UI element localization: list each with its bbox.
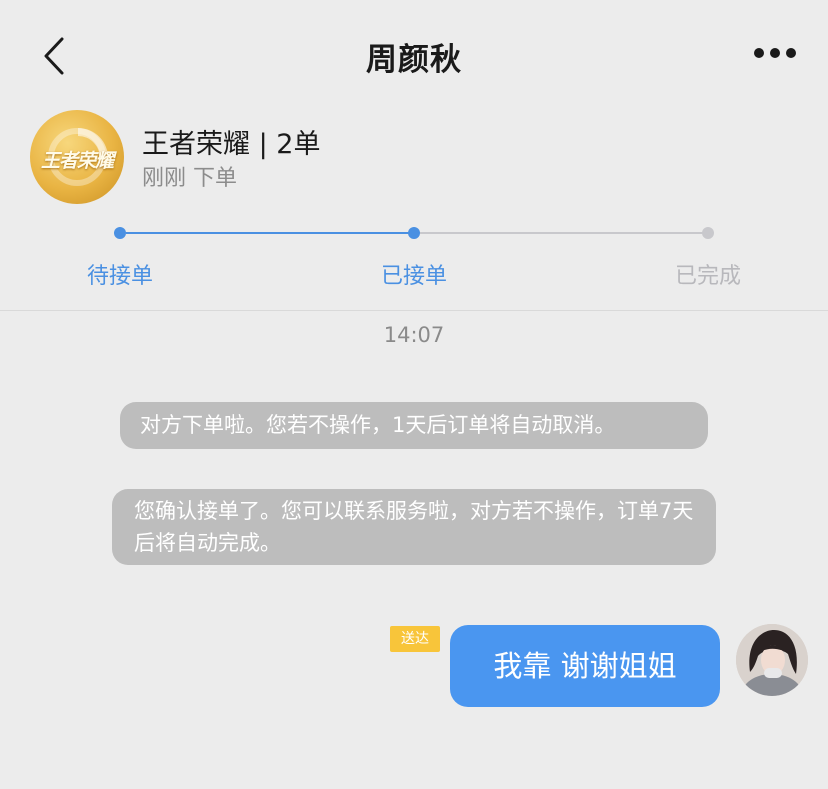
progress-dot-3 — [702, 227, 714, 239]
more-dot-icon — [770, 48, 780, 58]
progress-step-label: 已接单 — [380, 264, 448, 289]
avatar-photo-icon — [736, 624, 808, 696]
system-message: 您确认接单了。您可以联系服务啦，对方若不操作，订单7天后将自动完成。 — [112, 489, 716, 565]
progress-dot-1 — [114, 227, 126, 239]
more-dot-icon — [786, 48, 796, 58]
game-logo[interactable]: 王者荣耀 — [30, 110, 124, 204]
progress-line-pending — [420, 232, 708, 234]
order-time: 刚刚 下单 — [142, 166, 237, 191]
progress-step-label: 已完成 — [674, 264, 742, 289]
my-message-bubble[interactable]: 我靠 谢谢姐姐 — [450, 625, 720, 707]
progress-step-label: 待接单 — [86, 264, 154, 289]
progress-line-done — [126, 232, 414, 234]
more-dot-icon — [754, 48, 764, 58]
avatar[interactable] — [736, 624, 808, 696]
nav-bar: 周颜秋 — [0, 0, 828, 110]
delivered-badge: 送达 — [390, 626, 440, 652]
page-title: 周颜秋 — [366, 42, 462, 78]
more-button[interactable] — [752, 44, 798, 64]
order-title: 王者荣耀 | 2单 — [142, 129, 321, 160]
game-logo-text: 王者荣耀 — [40, 150, 114, 172]
order-progress: 待接单 已接单 已完成 — [0, 220, 828, 290]
progress-dot-2 — [408, 227, 420, 239]
divider — [0, 310, 828, 311]
system-message: 对方下单啦。您若不操作，1天后订单将自动取消。 — [120, 402, 708, 449]
message-timestamp: 14:07 — [383, 323, 445, 347]
